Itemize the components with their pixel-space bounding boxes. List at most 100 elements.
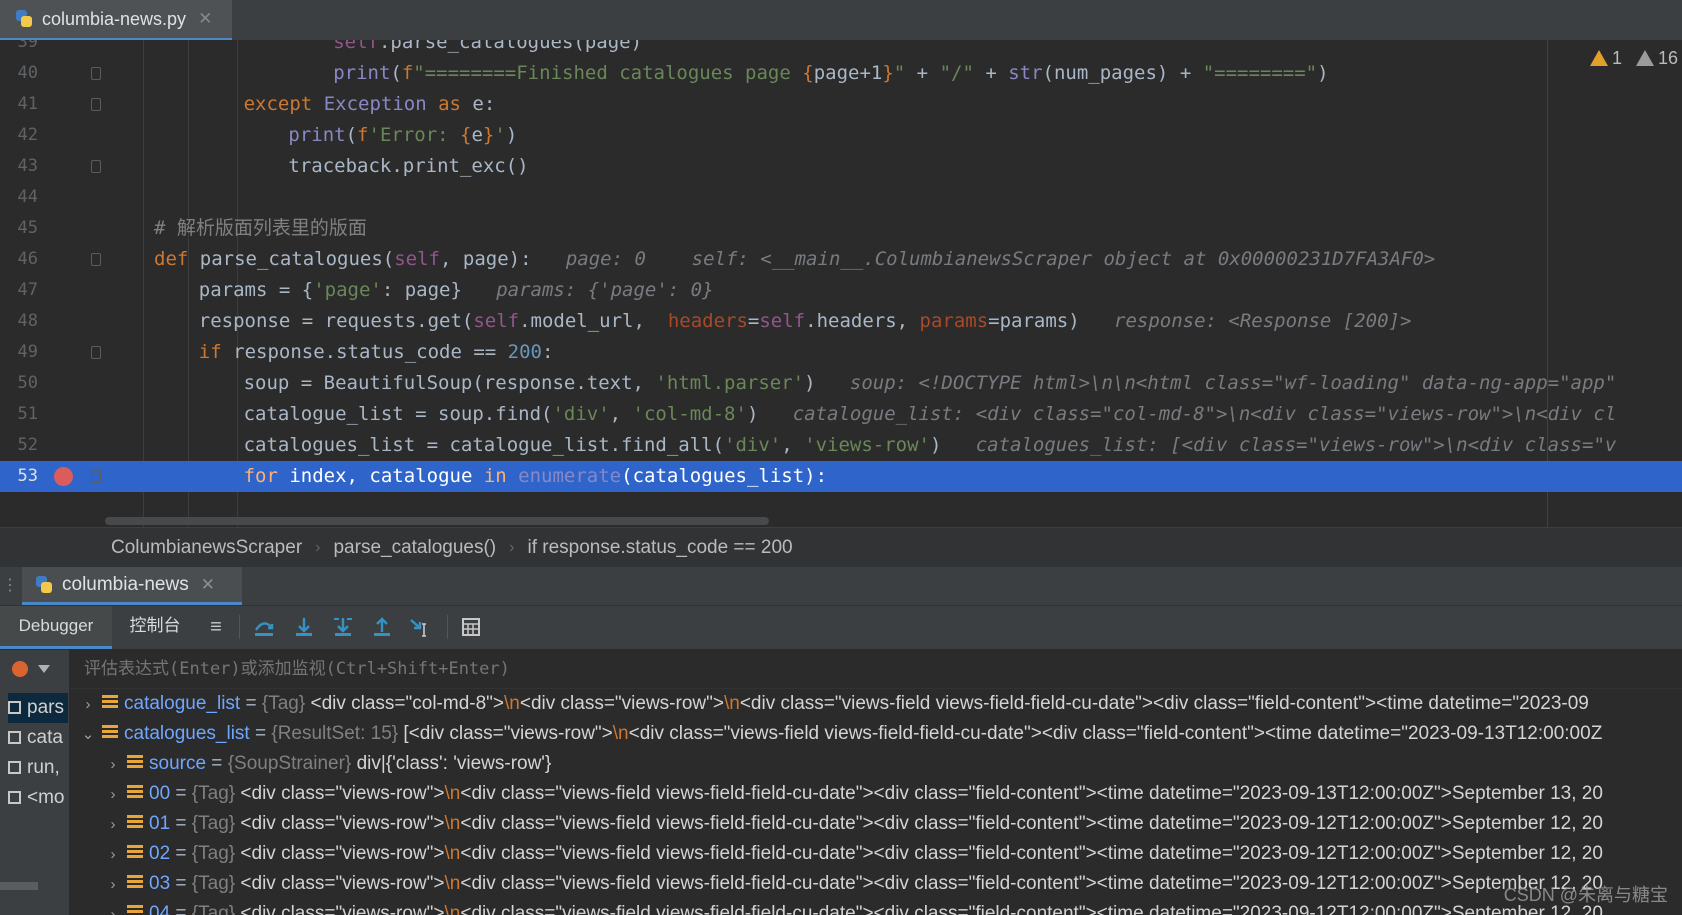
close-session-icon[interactable]: ✕ bbox=[201, 575, 215, 595]
tab-console[interactable]: 控制台 bbox=[114, 606, 196, 646]
close-tab-icon[interactable]: ✕ bbox=[198, 9, 212, 29]
chevron-right-icon[interactable]: › bbox=[78, 690, 98, 720]
chevron-down-icon[interactable]: ⌄ bbox=[78, 720, 98, 750]
evaluate-expression-icon[interactable] bbox=[459, 615, 483, 639]
line-number[interactable]: 41 bbox=[0, 89, 38, 120]
horizontal-scrollbar[interactable] bbox=[105, 517, 769, 525]
chevron-right-icon[interactable]: › bbox=[103, 780, 123, 810]
line-number[interactable]: 48 bbox=[0, 306, 38, 337]
step-into-icon[interactable] bbox=[292, 615, 316, 639]
line-number[interactable]: 44 bbox=[0, 182, 38, 213]
variable-value: <div class="views-row">\n<div class="vie… bbox=[240, 903, 1603, 915]
line-number[interactable]: 53 bbox=[0, 461, 38, 492]
step-out-icon[interactable] bbox=[370, 615, 394, 639]
line-number[interactable]: 45 bbox=[0, 213, 38, 244]
line-number[interactable]: 47 bbox=[0, 275, 38, 306]
line-number[interactable]: 49 bbox=[0, 337, 38, 368]
debug-session-tab[interactable]: columbia-news ✕ bbox=[22, 567, 242, 605]
variable-row[interactable]: ⌄ catalogues_list = {ResultSet: 15} [<div… bbox=[78, 719, 1603, 750]
frame-item[interactable]: cata bbox=[8, 723, 68, 753]
code-line[interactable]: 39 self.parse_catalogues(page) bbox=[0, 40, 1682, 58]
line-number[interactable]: 50 bbox=[0, 368, 38, 399]
breadcrumb-function[interactable]: parse_catalogues() bbox=[333, 537, 496, 559]
breakpoint-icon[interactable] bbox=[54, 467, 73, 486]
code-line[interactable]: 43 traceback.print_exc() bbox=[0, 151, 1682, 182]
variable-icon bbox=[127, 905, 143, 915]
variable-value: [<div class="views-row">\n<div class="vi… bbox=[403, 723, 1603, 744]
evaluate-bar bbox=[70, 650, 1682, 689]
step-over-icon[interactable] bbox=[252, 615, 276, 639]
inline-debug-value: response: <Response [200]> bbox=[1114, 310, 1412, 332]
weak-warning-count[interactable]: 16 bbox=[1635, 48, 1678, 69]
variable-icon bbox=[127, 875, 143, 890]
frames-scrollbar[interactable] bbox=[0, 882, 38, 890]
layout-menu-icon[interactable]: ≡ bbox=[204, 615, 228, 639]
chevron-right-icon[interactable]: › bbox=[103, 750, 123, 780]
variable-row[interactable]: › source = {SoupStrainer} div|{'class': '… bbox=[103, 749, 552, 780]
code-text: for index, catalogue in enumerate(catalo… bbox=[243, 465, 828, 487]
chevron-right-icon[interactable]: › bbox=[103, 900, 123, 915]
variable-row[interactable]: › 01 = {Tag} <div class="views-row">\n<di… bbox=[103, 809, 1603, 839]
code-line[interactable]: 51 catalogue_list = soup.find('div', 'col… bbox=[0, 399, 1682, 430]
code-line[interactable]: 47 params = {'page': page} params: {'page… bbox=[0, 275, 1682, 306]
run-to-cursor-icon[interactable] bbox=[409, 615, 433, 639]
code-line[interactable]: 52 catalogues_list = catalogue_list.find_… bbox=[0, 430, 1682, 461]
code-text: catalogues_list = catalogue_list.find_al… bbox=[243, 434, 1617, 456]
variable-type: {ResultSet: 15} bbox=[271, 723, 404, 744]
line-number[interactable]: 42 bbox=[0, 120, 38, 151]
record-dot-icon[interactable] bbox=[12, 661, 28, 677]
variable-row[interactable]: › 04 = {Tag} <div class="views-row">\n<di… bbox=[103, 899, 1603, 915]
tab-debugger[interactable]: Debugger bbox=[0, 606, 112, 649]
code-text: params = {'page': page} params: {'page':… bbox=[198, 279, 714, 301]
chevron-right-icon[interactable]: › bbox=[103, 810, 123, 840]
breadcrumb-class[interactable]: ColumbianewsScraper bbox=[111, 537, 302, 559]
variable-type: {Tag} bbox=[191, 783, 241, 804]
variable-row[interactable]: › catalogue_list = {Tag} <div class="col-… bbox=[78, 689, 1589, 719]
breadcrumb-block[interactable]: if response.status_code == 200 bbox=[527, 537, 792, 559]
fold-marker-icon[interactable] bbox=[91, 98, 101, 111]
variable-type: {Tag} bbox=[191, 903, 241, 915]
code-editor[interactable]: 39 self.parse_catalogues(page) 40 print(f"=… bbox=[0, 40, 1682, 527]
code-line[interactable]: 53 for index, catalogue in enumerate(cata… bbox=[0, 461, 1682, 492]
code-line[interactable]: 49 if response.status_code == 200: bbox=[0, 337, 1682, 368]
code-line[interactable]: 50 soup = BeautifulSoup(response.text, 'h… bbox=[0, 368, 1682, 399]
frame-item[interactable]: run, bbox=[8, 753, 68, 783]
code-line[interactable]: 40 print(f"========Finished catalogues pa… bbox=[0, 58, 1682, 89]
variable-row[interactable]: › 03 = {Tag} <div class="views-row">\n<di… bbox=[103, 869, 1603, 899]
frame-item[interactable]: <mo bbox=[8, 783, 68, 813]
variable-name: 00 bbox=[149, 783, 171, 804]
variable-name: 04 bbox=[149, 903, 171, 915]
variable-row[interactable]: › 02 = {Tag} <div class="views-row">\n<di… bbox=[103, 839, 1603, 869]
fold-marker-icon[interactable] bbox=[91, 253, 101, 266]
code-line[interactable]: 44 bbox=[0, 182, 1682, 213]
fold-marker-icon[interactable] bbox=[91, 160, 101, 173]
line-number[interactable]: 52 bbox=[0, 430, 38, 461]
line-number[interactable]: 39 bbox=[0, 40, 38, 58]
variable-row[interactable]: › 00 = {Tag} <div class="views-row">\n<di… bbox=[103, 779, 1603, 809]
inspection-widget[interactable]: 1 16 bbox=[1589, 48, 1682, 69]
code-line[interactable]: 48 response = requests.get(self.model_url… bbox=[0, 306, 1682, 337]
warning-count[interactable]: 1 bbox=[1589, 48, 1622, 69]
line-number[interactable]: 46 bbox=[0, 244, 38, 275]
dropdown-arrow-icon[interactable] bbox=[38, 665, 50, 673]
code-line[interactable]: 45 # 解析版面列表里的版面 bbox=[0, 213, 1682, 244]
chevron-right-icon[interactable]: › bbox=[103, 840, 123, 870]
code-line[interactable]: 41 except Exception as e: bbox=[0, 89, 1682, 120]
line-number[interactable]: 43 bbox=[0, 151, 38, 182]
code-line[interactable]: 42 print(f'Error: {e}') bbox=[0, 120, 1682, 151]
evaluate-expression-input[interactable] bbox=[82, 658, 1586, 680]
line-number[interactable]: 51 bbox=[0, 399, 38, 430]
line-number[interactable]: 40 bbox=[0, 58, 38, 89]
debug-session-tabs: ⋮ columbia-news ✕ bbox=[0, 567, 1682, 606]
fold-marker-icon[interactable] bbox=[91, 470, 101, 483]
fold-marker-icon[interactable] bbox=[91, 67, 101, 80]
code-text: except Exception as e: bbox=[243, 93, 496, 115]
code-line[interactable]: 46 def parse_catalogues(self, page): page… bbox=[0, 244, 1682, 275]
chevron-right-icon[interactable]: › bbox=[103, 870, 123, 900]
more-icon[interactable]: ⋮ bbox=[2, 575, 18, 595]
code-text: catalogue_list = soup.find('div', 'col-m… bbox=[243, 403, 1617, 425]
file-tab[interactable]: columbia-news.py ✕ bbox=[0, 0, 232, 41]
fold-marker-icon[interactable] bbox=[91, 346, 101, 359]
step-into-my-code-icon[interactable] bbox=[331, 615, 355, 639]
frame-item[interactable]: pars bbox=[8, 693, 68, 723]
